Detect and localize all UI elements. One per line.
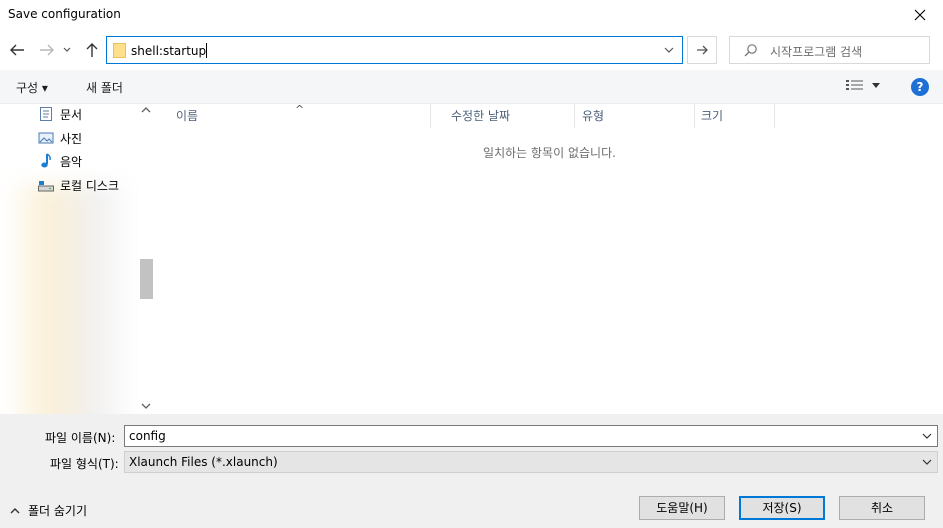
arrow-left-icon	[10, 44, 24, 56]
filename-label: 파일 이름(N):	[45, 431, 116, 445]
help-icon[interactable]: ?	[911, 78, 929, 96]
close-icon	[914, 9, 926, 21]
help-button[interactable]: 도움말(H)	[639, 496, 725, 520]
arrow-right-icon	[696, 45, 708, 55]
cancel-button[interactable]: 취소	[839, 496, 925, 520]
empty-message: 일치하는 항목이 없습니다.	[483, 146, 616, 160]
filetype-label: 파일 형식(T):	[50, 457, 119, 471]
filetype-select[interactable]: Xlaunch Files (*.xlaunch)	[124, 451, 938, 473]
column-header-date-modified[interactable]: 수정한 날짜	[431, 104, 575, 128]
back-button[interactable]	[6, 38, 28, 62]
file-list: 이름 ^ 수정한 날짜 유형 크기 일치하는 항목이 없습니다.	[156, 103, 943, 414]
title-bar: Save configuration	[0, 0, 943, 30]
close-button[interactable]	[897, 0, 943, 30]
chevron-down-icon	[664, 47, 674, 53]
search-box[interactable]: 시작프로그램 검색	[729, 36, 930, 64]
view-options-button[interactable]	[846, 79, 880, 91]
address-dropdown[interactable]	[664, 43, 674, 57]
text-caret	[206, 43, 208, 58]
column-header-label: 크기	[701, 109, 724, 123]
sidebar-item-label: 사진	[60, 131, 83, 146]
search-icon	[744, 44, 757, 57]
recent-locations-button[interactable]	[60, 38, 74, 62]
details-view-icon	[846, 80, 863, 90]
pictures-icon	[38, 132, 54, 144]
sidebar-item-label: 문서	[60, 107, 83, 122]
arrow-up-icon	[86, 43, 98, 57]
save-button[interactable]: 저장(S)	[739, 496, 825, 520]
sidebar-item-documents[interactable]: 문서	[38, 104, 82, 124]
scroll-up-icon[interactable]	[141, 106, 151, 114]
search-placeholder: 시작프로그램 검색	[770, 45, 863, 59]
column-header-label: 유형	[582, 109, 605, 123]
chevron-down-icon[interactable]	[922, 432, 932, 440]
caret-down-icon	[872, 82, 880, 88]
navigation-scrollbar[interactable]	[138, 104, 155, 414]
organize-button[interactable]: 구성 ▾	[16, 79, 48, 96]
folder-icon	[113, 43, 126, 58]
chevron-up-icon	[10, 507, 20, 513]
column-header-label: 이름	[176, 109, 199, 123]
column-header-label: 수정한 날짜	[451, 109, 511, 123]
sidebar-item-label: 음악	[60, 154, 83, 169]
arrow-right-icon	[40, 44, 54, 56]
navigation-pane: 문서 사진 음악 로컬 디스크	[0, 104, 156, 414]
blurred-region	[10, 184, 135, 414]
sidebar-item-pictures[interactable]: 사진	[38, 128, 82, 148]
window-title: Save configuration	[8, 7, 121, 21]
filename-value: config	[129, 429, 166, 443]
sidebar-item-label: 로컬 디스크	[60, 178, 120, 193]
up-button[interactable]	[81, 38, 103, 62]
hide-folders-label: 폴더 숨기기	[28, 504, 88, 518]
scroll-down-icon[interactable]	[141, 402, 151, 410]
column-header-type[interactable]: 유형	[575, 104, 695, 128]
sort-ascending-icon: ^	[295, 103, 305, 116]
save-options-panel: 파일 이름(N): config 파일 형식(T): Xlaunch Files…	[0, 414, 943, 528]
hide-folders-toggle[interactable]: 폴더 숨기기	[10, 502, 87, 519]
filename-input[interactable]: config	[124, 425, 938, 447]
music-icon	[41, 153, 51, 168]
go-button[interactable]	[687, 36, 717, 64]
toolbar: 구성 ▾ 새 폴더 ?	[0, 70, 943, 104]
chevron-down-icon	[922, 459, 932, 465]
sidebar-item-music[interactable]: 음악	[38, 151, 82, 171]
document-icon	[40, 107, 52, 121]
navigation-bar: shell:startup 시작프로그램 검색	[0, 30, 943, 70]
new-folder-button[interactable]: 새 폴더	[86, 79, 123, 96]
disk-icon	[38, 181, 54, 192]
column-header-size[interactable]: 크기	[695, 104, 775, 128]
column-header-name[interactable]: 이름 ^	[156, 103, 431, 128]
address-text: shell:startup	[131, 44, 207, 58]
sidebar-item-local-disk[interactable]: 로컬 디스크	[38, 175, 119, 195]
chevron-down-icon	[63, 47, 71, 52]
scrollbar-thumb[interactable]	[140, 259, 153, 299]
address-bar[interactable]: shell:startup	[106, 36, 683, 64]
forward-button[interactable]	[36, 38, 58, 62]
filetype-value: Xlaunch Files (*.xlaunch)	[129, 455, 278, 469]
